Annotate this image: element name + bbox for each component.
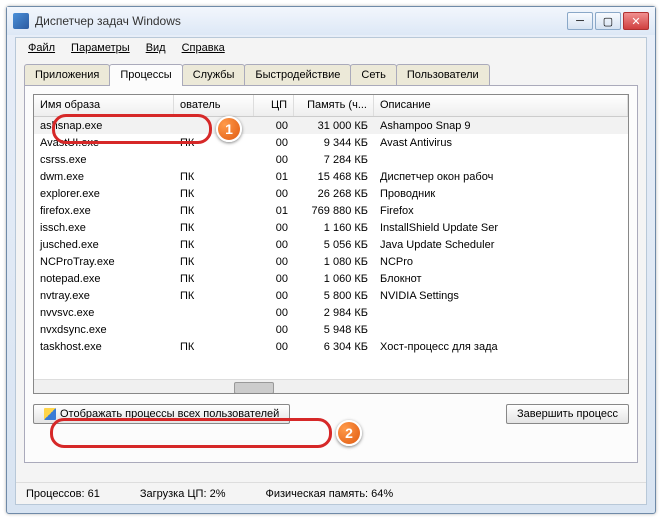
table-row[interactable]: NCProTray.exeПК001 080 КБNCPro — [34, 253, 628, 270]
table-row[interactable]: explorer.exeПК0026 268 КБПроводник — [34, 185, 628, 202]
col-user[interactable]: ователь — [174, 95, 254, 116]
table-row[interactable]: nvxdsync.exe005 948 КБ — [34, 321, 628, 338]
status-bar: Процессов: 61 Загрузка ЦП: 2% Физическая… — [16, 482, 646, 504]
task-manager-window: Диспетчер задач Windows ─ ▢ ✕ Файл Парам… — [6, 6, 656, 514]
table-row[interactable]: nvtray.exeПК005 800 КБNVIDIA Settings — [34, 287, 628, 304]
table-row[interactable]: taskhost.exeПК006 304 КБХост-процесс для… — [34, 338, 628, 355]
tab-processes[interactable]: Процессы — [109, 64, 182, 86]
col-memory[interactable]: Память (ч... — [294, 95, 374, 116]
menu-options[interactable]: Параметры — [65, 40, 136, 56]
annotation-badge-1: 1 — [216, 116, 242, 142]
menu-help[interactable]: Справка — [176, 40, 231, 56]
table-row[interactable]: dwm.exeПК0115 468 КБДиспетчер окон рабоч — [34, 168, 628, 185]
client-area: Файл Параметры Вид Справка Приложения Пр… — [15, 37, 647, 505]
status-processes: Процессов: 61 — [26, 488, 100, 500]
table-row[interactable]: ashsnap.exe0031 000 КБAshampoo Snap 9 — [34, 117, 628, 134]
table-row[interactable]: firefox.exeПК01769 880 КБFirefox — [34, 202, 628, 219]
tab-applications[interactable]: Приложения — [24, 64, 110, 85]
window-title: Диспетчер задач Windows — [35, 14, 567, 28]
table-row[interactable]: csrss.exe007 284 КБ — [34, 151, 628, 168]
tab-network[interactable]: Сеть — [350, 64, 396, 85]
table-row[interactable]: nvvsvc.exe002 984 КБ — [34, 304, 628, 321]
table-row[interactable]: jusched.exeПК005 056 КБJava Update Sched… — [34, 236, 628, 253]
tab-services[interactable]: Службы — [182, 64, 246, 85]
scrollbar-thumb[interactable] — [234, 382, 274, 394]
tab-performance[interactable]: Быстродействие — [244, 64, 351, 85]
app-icon — [13, 13, 29, 29]
menu-view[interactable]: Вид — [140, 40, 172, 56]
tab-users[interactable]: Пользователи — [396, 64, 490, 85]
status-memory: Физическая память: 64% — [265, 488, 393, 500]
tab-bar: Приложения Процессы Службы Быстродействи… — [16, 58, 646, 85]
show-all-users-label: Отображать процессы всех пользователей — [60, 408, 279, 420]
status-cpu: Загрузка ЦП: 2% — [140, 488, 226, 500]
processes-panel: Имя образа ователь ЦП Память (ч... Описа… — [24, 85, 638, 463]
horizontal-scrollbar[interactable] — [34, 379, 628, 394]
menubar: Файл Параметры Вид Справка — [16, 38, 646, 58]
process-rows[interactable]: ashsnap.exe0031 000 КБAshampoo Snap 9Ava… — [34, 117, 628, 379]
titlebar[interactable]: Диспетчер задач Windows ─ ▢ ✕ — [7, 7, 655, 35]
close-button[interactable]: ✕ — [623, 12, 649, 30]
shield-icon — [44, 408, 56, 420]
menu-file[interactable]: Файл — [22, 40, 61, 56]
process-list: Имя образа ователь ЦП Память (ч... Описа… — [33, 94, 629, 394]
end-process-button[interactable]: Завершить процесс — [506, 404, 629, 424]
column-headers: Имя образа ователь ЦП Память (ч... Описа… — [34, 95, 628, 117]
col-cpu[interactable]: ЦП — [254, 95, 294, 116]
table-row[interactable]: AvastUI.exeПК009 344 КБAvast Antivirus — [34, 134, 628, 151]
table-row[interactable]: notepad.exeПК001 060 КББлокнот — [34, 270, 628, 287]
show-all-users-button[interactable]: Отображать процессы всех пользователей — [33, 404, 290, 424]
annotation-badge-2: 2 — [336, 420, 362, 446]
col-description[interactable]: Описание — [374, 95, 628, 116]
maximize-button[interactable]: ▢ — [595, 12, 621, 30]
col-image-name[interactable]: Имя образа — [34, 95, 174, 116]
table-row[interactable]: issch.exeПК001 160 КБInstallShield Updat… — [34, 219, 628, 236]
minimize-button[interactable]: ─ — [567, 12, 593, 30]
